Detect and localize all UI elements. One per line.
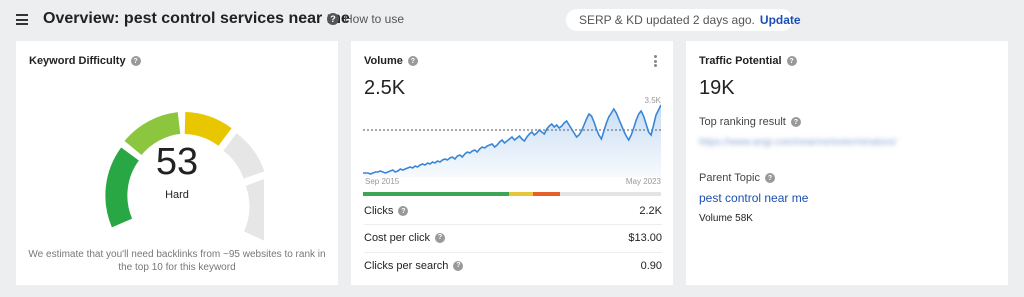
- help-icon[interactable]: ?: [130, 56, 141, 66]
- traffic-potential-title: Traffic Potential ?: [699, 55, 797, 67]
- help-icon[interactable]: ?: [764, 173, 775, 183]
- chart-axis-start: Sep 2015: [365, 177, 400, 186]
- metric-row-clicks: Clicks? 2.2K: [364, 198, 662, 224]
- keyword-difficulty-title: Keyword Difficulty ?: [29, 55, 141, 67]
- how-to-use-link[interactable]: ? How to use: [327, 12, 404, 26]
- clicks-value: 2.2K: [639, 205, 662, 217]
- how-to-use-label: How to use: [344, 12, 405, 26]
- intent-segment-1: [509, 192, 533, 196]
- cpc-label: Cost per click: [364, 231, 431, 244]
- page-title: Overview: pest control services near me: [43, 10, 350, 27]
- help-icon[interactable]: ?: [407, 56, 418, 66]
- intent-segment-0: [363, 192, 510, 196]
- parent-topic-volume: Volume 58K: [699, 213, 753, 224]
- keyword-difficulty-card: Keyword Difficulty ? 53 Hard We estimate…: [16, 41, 338, 285]
- cpc-value: $13.00: [628, 231, 662, 244]
- help-icon[interactable]: ?: [435, 232, 446, 243]
- serp-status-text: SERP & KD updated 2 days ago.: [579, 13, 755, 27]
- volume-card: Volume ? 2.5K 3.5K Sep 2015 May 2023 Cli…: [351, 41, 673, 285]
- traffic-potential-card: Traffic Potential ? 19K Top ranking resu…: [686, 41, 1008, 285]
- volume-title-text: Volume: [364, 55, 403, 67]
- help-icon: ?: [327, 13, 339, 25]
- top-ranking-label: Top ranking result ?: [699, 116, 801, 128]
- serp-status-pill: SERP & KD updated 2 days ago. Update: [566, 9, 801, 31]
- parent-topic-label-text: Parent Topic: [699, 172, 760, 184]
- clicks-per-search-value: 0.90: [640, 259, 662, 272]
- keyword-difficulty-title-text: Keyword Difficulty: [29, 55, 126, 67]
- intent-bar: [363, 192, 661, 196]
- chart-area: [363, 105, 661, 177]
- gauge-segment-yellow: [184, 112, 232, 147]
- page-header: Overview: pest control services near me …: [0, 0, 1024, 40]
- kd-backlinks-note: We estimate that you'll need backlinks f…: [28, 249, 326, 273]
- hamburger-menu-icon[interactable]: [16, 14, 28, 25]
- chart-axis-end: May 2023: [625, 177, 661, 186]
- top-ranking-label-text: Top ranking result: [699, 116, 786, 128]
- help-icon[interactable]: ?: [453, 260, 464, 271]
- parent-topic-link[interactable]: pest control near me: [699, 191, 808, 205]
- clicks-per-search-label: Clicks per search: [364, 259, 449, 272]
- intent-segment-2: [532, 192, 560, 196]
- kd-level: Hard: [165, 189, 189, 201]
- help-icon[interactable]: ?: [786, 56, 797, 66]
- top-ranking-url[interactable]: https://www.angi.com/nearme/exterminator…: [699, 137, 896, 148]
- traffic-potential-title-text: Traffic Potential: [699, 55, 782, 67]
- volume-title: Volume ?: [364, 55, 418, 67]
- help-icon[interactable]: ?: [790, 117, 801, 127]
- update-link[interactable]: Update: [760, 13, 801, 27]
- help-icon[interactable]: ?: [398, 206, 409, 216]
- metric-row-cpc: Cost per click? $13.00: [364, 224, 662, 250]
- metric-row-clicks-per-search: Clicks per search? 0.90: [364, 252, 662, 278]
- intent-segment-3: [559, 192, 661, 196]
- traffic-potential-value: 19K: [699, 77, 735, 99]
- parent-topic-label: Parent Topic ?: [699, 172, 775, 184]
- kd-score: 53: [155, 141, 199, 183]
- more-options-icon[interactable]: [653, 55, 657, 67]
- volume-trend-chart: [363, 104, 661, 177]
- clicks-label: Clicks: [364, 205, 394, 217]
